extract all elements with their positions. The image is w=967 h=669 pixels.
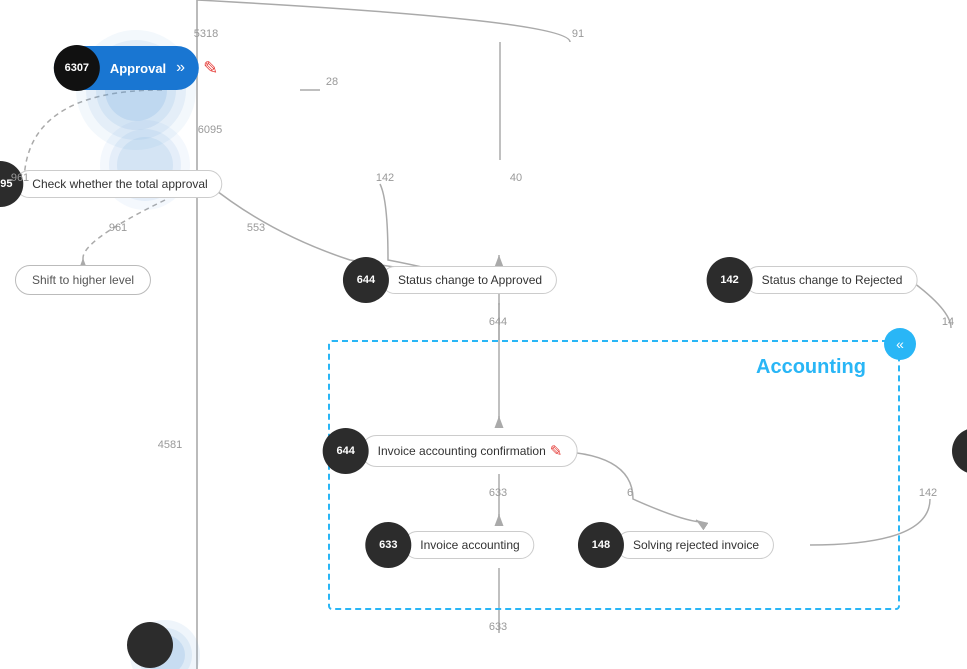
approval-node-label: Approval	[100, 61, 176, 76]
approval-node-circle: 6307	[54, 45, 100, 91]
shift-node-label: Shift to higher level	[32, 273, 134, 287]
approval-chevrons-icon: »	[176, 59, 185, 77]
edge-label-40: 40	[510, 172, 522, 184]
edge-label-4581: 4581	[158, 439, 182, 451]
invoice-confirm-pen-icon: ✎	[550, 442, 563, 460]
solving-rejected-circle: 148	[578, 522, 624, 568]
edge-label-553: 553	[247, 222, 265, 234]
edge-label-91: 91	[572, 28, 584, 40]
invoice-accounting-node[interactable]: 633 Invoice accounting	[365, 522, 534, 568]
edge-label-644: 644	[489, 316, 507, 328]
accounting-title: Accounting	[756, 356, 866, 379]
check-node-circle: 6095	[0, 161, 23, 207]
check-node-label: Check whether the total approval	[15, 170, 222, 198]
edge-label-633-mid: 633	[489, 487, 507, 499]
edge-label-28: 28	[326, 76, 338, 88]
shift-higher-level-node[interactable]: Shift to higher level	[15, 265, 151, 295]
status-rejected-node[interactable]: 142 Status change to Rejected	[707, 257, 918, 303]
status-rejected-circle: 142	[707, 257, 753, 303]
edge-label-5318: 5318	[194, 28, 218, 40]
invoice-accounting-label: Invoice accounting	[403, 531, 534, 559]
status-approved-circle: 644	[343, 257, 389, 303]
workflow-canvas: 6307 Approval » ✎ 5318 28 6095 91 6095 C…	[0, 0, 967, 669]
edge-label-14: 14	[942, 316, 954, 328]
status-approved-node[interactable]: 644 Status change to Approved	[343, 257, 557, 303]
accounting-box	[328, 340, 900, 610]
edge-label-961-lower: 961	[109, 222, 127, 234]
edge-label-633-bottom: 633	[489, 621, 507, 633]
edge-label-6095: 6095	[198, 124, 222, 136]
invoice-accounting-circle: 633	[365, 522, 411, 568]
approval-node[interactable]: 6307 Approval » ✎	[54, 46, 218, 90]
status-rejected-label: Status change to Rejected	[745, 266, 918, 294]
edge-label-961-left: 961	[11, 172, 29, 184]
chevron-left-icon: «	[896, 336, 904, 352]
accounting-collapse-button[interactable]: «	[884, 328, 916, 360]
bottom-left-node[interactable]	[127, 622, 173, 668]
solving-rejected-node[interactable]: 148 Solving rejected invoice	[578, 522, 774, 568]
status-approved-label: Status change to Approved	[381, 266, 557, 294]
solving-rejected-label: Solving rejected invoice	[616, 531, 774, 559]
edge-label-142: 142	[376, 172, 394, 184]
check-node[interactable]: 6095 Check whether the total approval	[0, 161, 223, 207]
approval-pen-icon: ✎	[203, 58, 218, 79]
invoice-confirm-node[interactable]: 644 Invoice accounting confirmation ✎	[323, 428, 578, 474]
edge-label-6: 6	[627, 487, 633, 499]
edge-label-142-lower: 142	[919, 487, 937, 499]
right-partial-node[interactable]	[952, 428, 967, 474]
invoice-confirm-label: Invoice accounting confirmation ✎	[361, 435, 578, 467]
invoice-confirm-circle: 644	[323, 428, 369, 474]
